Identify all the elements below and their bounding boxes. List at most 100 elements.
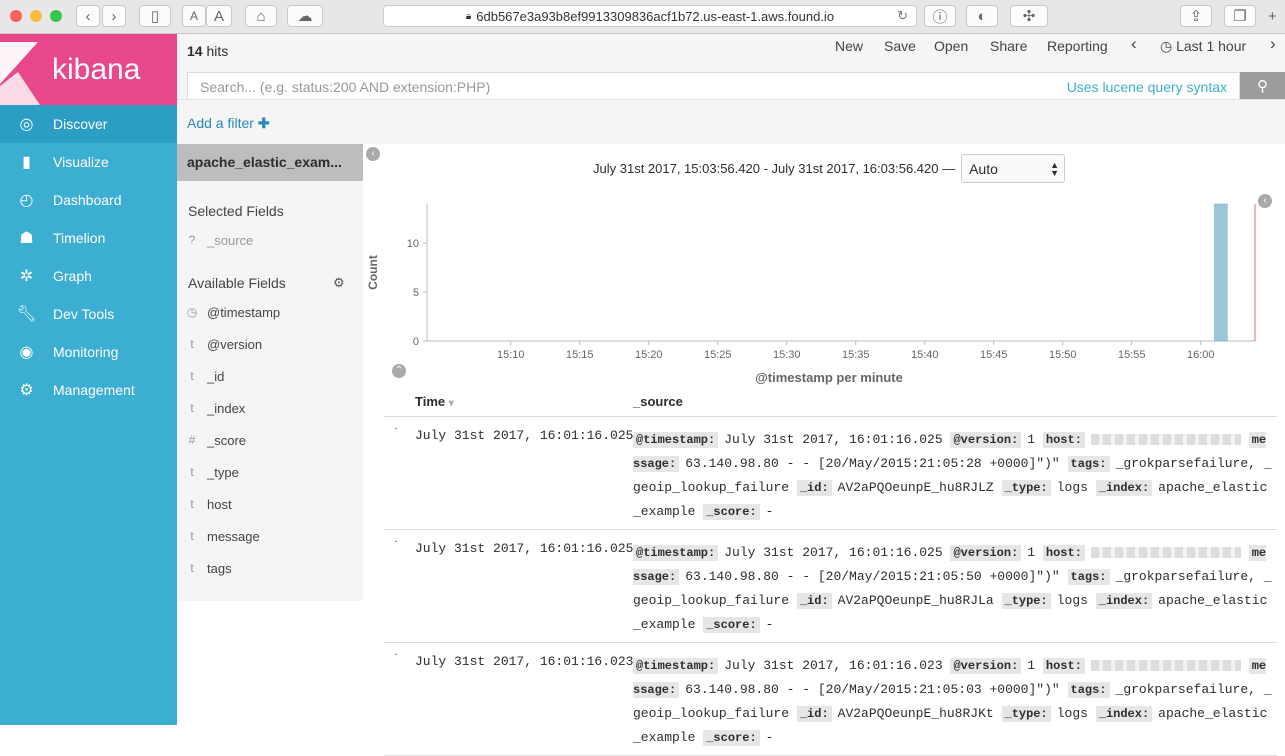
- forward-button[interactable]: ›: [102, 5, 126, 27]
- extension-button-1[interactable]: ⓘ: [924, 5, 956, 27]
- field-name: message: [207, 528, 260, 544]
- x-tick-label: 15:55: [1118, 349, 1146, 361]
- source-key: _index:: [1095, 593, 1153, 609]
- time-picker[interactable]: ◷ Last 1 hour: [1160, 38, 1246, 55]
- interval-select[interactable]: Auto ▲ ▼: [961, 154, 1066, 183]
- menu-new[interactable]: New: [835, 38, 863, 54]
- shield-icon: ◐: [977, 7, 987, 25]
- new-tab-button[interactable]: +: [1268, 8, 1277, 25]
- y-tick-label: 5: [413, 287, 419, 299]
- field-type-icon: #: [188, 433, 196, 447]
- menu-reporting[interactable]: Reporting: [1047, 38, 1108, 54]
- source-key: _index:: [1095, 706, 1153, 722]
- font-smaller-button[interactable]: A: [182, 5, 206, 27]
- search-input[interactable]: Search... (e.g. status:200 AND extension…: [187, 72, 1240, 100]
- field-item[interactable]: # _score: [177, 424, 363, 456]
- search-placeholder: Search... (e.g. status:200 AND extension…: [200, 79, 491, 95]
- sidebar-item-label: Monitoring: [53, 344, 119, 360]
- menu-save[interactable]: Save: [884, 38, 916, 54]
- selected-field-item[interactable]: ? _source: [177, 224, 363, 256]
- field-item[interactable]: t _type: [177, 456, 363, 488]
- home-button[interactable]: ⌂: [245, 5, 277, 27]
- field-item[interactable]: t message: [177, 520, 363, 552]
- sidebar: kibana ◎ Discover ▮ Visualize ◴ Dashboard ☗ Tim…: [0, 34, 177, 725]
- field-item[interactable]: t _id: [177, 360, 363, 392]
- table-row[interactable]: ˙ July 31st 2017, 16:01:16.025 @timestamp:…: [384, 530, 1277, 643]
- field-name: tags: [207, 560, 232, 576]
- field-type-icon: t: [190, 401, 194, 415]
- reload-icon[interactable]: ↻: [897, 8, 908, 24]
- expand-row-toggle[interactable]: ˙: [392, 652, 400, 667]
- eye-icon: ◉: [19, 344, 34, 361]
- interval-value: Auto: [969, 161, 998, 177]
- share-browser-button[interactable]: ⇪: [1180, 5, 1212, 27]
- extension-button-2[interactable]: ◐: [966, 5, 998, 27]
- address-bar[interactable]: 🔒︎ 6db567e3a93b8ef9913309836acf1b72.us-e…: [383, 5, 917, 27]
- field-item[interactable]: ◷ @timestamp: [177, 296, 363, 328]
- source-value: 1: [1027, 658, 1036, 673]
- clock-icon: ◷: [1160, 38, 1173, 54]
- kibana-logo[interactable]: kibana: [0, 34, 177, 105]
- sidebar-item-label: Visualize: [53, 154, 109, 170]
- gear-icon[interactable]: ⚙: [333, 275, 345, 291]
- chevron-left-icon: ‹: [85, 7, 91, 25]
- add-filter-button[interactable]: Add a filter ✚: [187, 115, 270, 132]
- source-key: _score:: [703, 617, 760, 633]
- sidebar-item-graph[interactable]: ✲ Graph: [0, 257, 177, 295]
- table-row[interactable]: ˙ July 31st 2017, 16:01:16.023 @timestamp:…: [384, 643, 1277, 756]
- table-row[interactable]: ˙ July 31st 2017, 16:01:16.025 @timestamp:…: [384, 417, 1277, 530]
- home-icon: ⌂: [256, 7, 266, 25]
- sidebar-item-label: Graph: [53, 268, 92, 284]
- sidebar-item-visualize[interactable]: ▮ Visualize: [0, 143, 177, 181]
- source-key: tags:: [1067, 569, 1110, 585]
- tabs-button[interactable]: ❐: [1224, 5, 1256, 27]
- search-button[interactable]: ⚲: [1240, 72, 1285, 100]
- field-item[interactable]: t _index: [177, 392, 363, 424]
- source-value: AV2aPQOeunpE_hu8RJLZ: [837, 480, 994, 495]
- menu-open[interactable]: Open: [934, 38, 968, 54]
- graph-icon: ✲: [19, 268, 34, 285]
- field-item[interactable]: t @version: [177, 328, 363, 360]
- x-tick-label: 15:15: [566, 349, 594, 361]
- expand-row-toggle[interactable]: ˙: [392, 539, 400, 554]
- redacted-value: [1090, 547, 1241, 559]
- time-back-button[interactable]: ‹: [1131, 34, 1137, 54]
- back-button[interactable]: ‹: [76, 5, 100, 27]
- sidebar-icon: ▯: [150, 8, 160, 25]
- sidebar-item-dashboard[interactable]: ◴ Dashboard: [0, 181, 177, 219]
- time-column-header[interactable]: Time ▾: [415, 394, 454, 409]
- x-tick-label: 15:50: [1049, 349, 1077, 361]
- legend-toggle-button[interactable]: ‹: [1258, 194, 1272, 208]
- extension-button-3[interactable]: ✣: [1010, 5, 1048, 27]
- sidebar-item-management[interactable]: ⚙ Management: [0, 371, 177, 409]
- index-pattern-selector[interactable]: apache_elastic_exam...: [177, 144, 363, 181]
- sidebar-item-dev-tools[interactable]: 🔧︎ Dev Tools: [0, 295, 177, 333]
- row-time: July 31st 2017, 16:01:16.025: [415, 541, 634, 556]
- collapse-chart-button[interactable]: ⌃: [392, 364, 406, 378]
- hits-label: hits: [206, 43, 229, 59]
- expand-row-toggle[interactable]: ˙: [392, 426, 400, 441]
- icloud-button[interactable]: ☁: [287, 5, 323, 27]
- font-larger-button[interactable]: A: [206, 5, 232, 27]
- field-name: _source: [207, 232, 254, 248]
- url-text: 6db567e3a93b8ef9913309836acf1b72.us-east…: [476, 8, 835, 24]
- minimize-window-button[interactable]: [30, 10, 42, 22]
- x-axis-label: @timestamp per minute: [755, 370, 903, 385]
- selected-fields-title: Selected Fields: [188, 203, 284, 219]
- sidebar-toggle-button[interactable]: ▯: [139, 5, 171, 27]
- lock-icon: 🔒︎: [465, 10, 472, 22]
- sidebar-item-monitoring[interactable]: ◉ Monitoring: [0, 333, 177, 371]
- lucene-syntax-link[interactable]: Uses lucene query syntax: [1067, 79, 1227, 95]
- menu-share[interactable]: Share: [990, 38, 1027, 54]
- field-item[interactable]: t host: [177, 488, 363, 520]
- sidebar-item-timelion[interactable]: ☗ Timelion: [0, 219, 177, 257]
- time-forward-button[interactable]: ›: [1270, 34, 1276, 54]
- field-name: @timestamp: [207, 304, 281, 320]
- sidebar-item-discover[interactable]: ◎ Discover: [0, 105, 177, 143]
- source-key: host:: [1042, 658, 1085, 674]
- field-item[interactable]: t tags: [177, 552, 363, 584]
- zoom-window-button[interactable]: [50, 10, 62, 22]
- search-icon: ⚲: [1257, 78, 1268, 95]
- close-window-button[interactable]: [10, 10, 22, 22]
- time-range-text: July 31st 2017, 15:03:56.420 - July 31st…: [593, 161, 956, 176]
